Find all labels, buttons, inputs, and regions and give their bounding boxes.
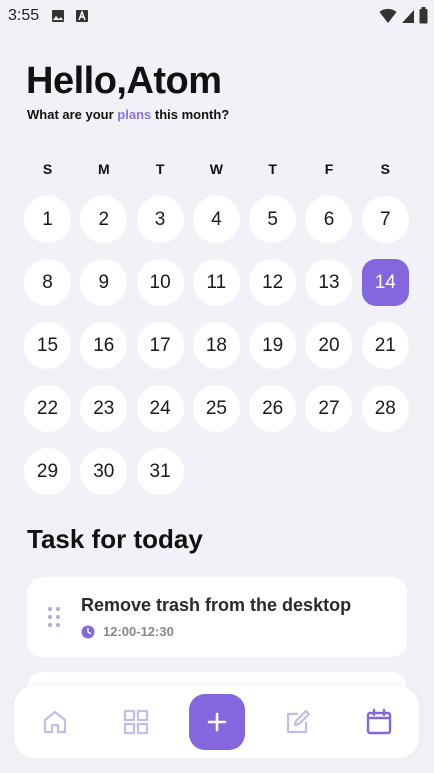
calendar-day[interactable]: 8 <box>24 259 71 306</box>
calendar-icon <box>366 708 391 735</box>
weekday-label: F <box>324 161 334 177</box>
calendar-day[interactable]: 12 <box>249 259 297 306</box>
calendar-day[interactable]: 11 <box>192 259 240 306</box>
home-icon <box>43 710 66 734</box>
calendar-day[interactable]: 16 <box>80 322 128 369</box>
calendar-day[interactable]: 30 <box>80 448 128 495</box>
task-card[interactable]: Remove trash from the desktop 12:00-12:3… <box>27 577 407 657</box>
calendar-day[interactable]: 22 <box>24 385 71 432</box>
task-title: Remove trash from the desktop <box>81 595 352 615</box>
bottom-nav <box>14 686 419 758</box>
calendar-day[interactable]: 9 <box>80 259 128 306</box>
weekday-label: T <box>268 161 277 177</box>
task-time: 12:00-12:30 <box>103 624 174 639</box>
add-icon <box>207 712 226 732</box>
battery-icon <box>419 7 428 24</box>
calendar-day[interactable]: 20 <box>305 322 353 369</box>
image-icon <box>52 10 65 22</box>
drag-handle-icon[interactable] <box>27 606 81 628</box>
weekday-label: S <box>42 161 53 177</box>
calendar-day[interactable]: 7 <box>361 196 409 243</box>
calendar-day[interactable]: 2 <box>80 196 128 243</box>
calendar-day[interactable]: 24 <box>136 385 184 432</box>
calendar-day[interactable]: 29 <box>24 448 71 495</box>
calendar-grid: 1 2 3 4 5 6 7 8 9 10 11 12 13 14 15 16 1… <box>24 196 411 495</box>
nav-grid-button[interactable] <box>108 694 164 750</box>
font-icon <box>76 10 89 22</box>
calendar-day[interactable]: 26 <box>249 385 297 432</box>
calendar-day[interactable]: 31 <box>136 448 184 495</box>
weekday-label: S <box>380 161 390 177</box>
status-icons <box>379 7 428 24</box>
calendar-day[interactable]: 6 <box>305 196 353 243</box>
calendar-day[interactable]: 3 <box>136 196 184 243</box>
signal-icon <box>402 9 414 23</box>
calendar-day[interactable]: 17 <box>136 322 184 369</box>
status-time: 3:55 <box>8 7 40 24</box>
wifi-icon <box>379 8 397 23</box>
edit-icon <box>286 709 310 734</box>
calendar-day[interactable]: 13 <box>305 259 353 306</box>
calendar-day[interactable]: 23 <box>80 385 128 432</box>
calendar-day[interactable]: 15 <box>24 322 71 369</box>
calendar-day[interactable]: 21 <box>361 322 409 369</box>
calendar-day[interactable]: 25 <box>192 385 240 432</box>
weekday-label: T <box>155 161 165 177</box>
weekday-label: W <box>209 161 223 177</box>
add-task-button[interactable] <box>188 694 245 750</box>
calendar-day[interactable]: 28 <box>361 385 409 432</box>
nav-edit-button[interactable] <box>270 694 326 750</box>
calendar-day[interactable]: 19 <box>249 322 297 369</box>
calendar-day[interactable]: 4 <box>192 196 240 243</box>
page-title: Hello,Atom <box>26 60 222 102</box>
grid-icon <box>123 709 148 735</box>
section-title-tasks: Task for today <box>27 524 203 554</box>
subtitle-accent: plans <box>117 107 152 122</box>
calendar-day[interactable]: 5 <box>249 196 297 243</box>
status-bar: 3:55 <box>0 0 434 32</box>
page-subtitle: What are your plans this month? <box>27 107 229 122</box>
calendar-day[interactable]: 18 <box>192 322 240 369</box>
weekday-label: M <box>97 161 110 177</box>
calendar-day[interactable]: 27 <box>305 385 353 432</box>
clock-icon <box>81 625 95 638</box>
nav-calendar-button[interactable] <box>351 694 407 750</box>
subtitle-text-after: this month? <box>151 107 230 122</box>
calendar-day[interactable]: 10 <box>136 259 184 306</box>
nav-home-button[interactable] <box>27 694 83 750</box>
calendar-day[interactable]: 1 <box>24 196 71 243</box>
subtitle-text-before: What are your <box>27 107 118 122</box>
calendar-day-selected[interactable]: 14 <box>361 259 409 306</box>
weekday-header: S M T W T F S <box>24 161 411 177</box>
